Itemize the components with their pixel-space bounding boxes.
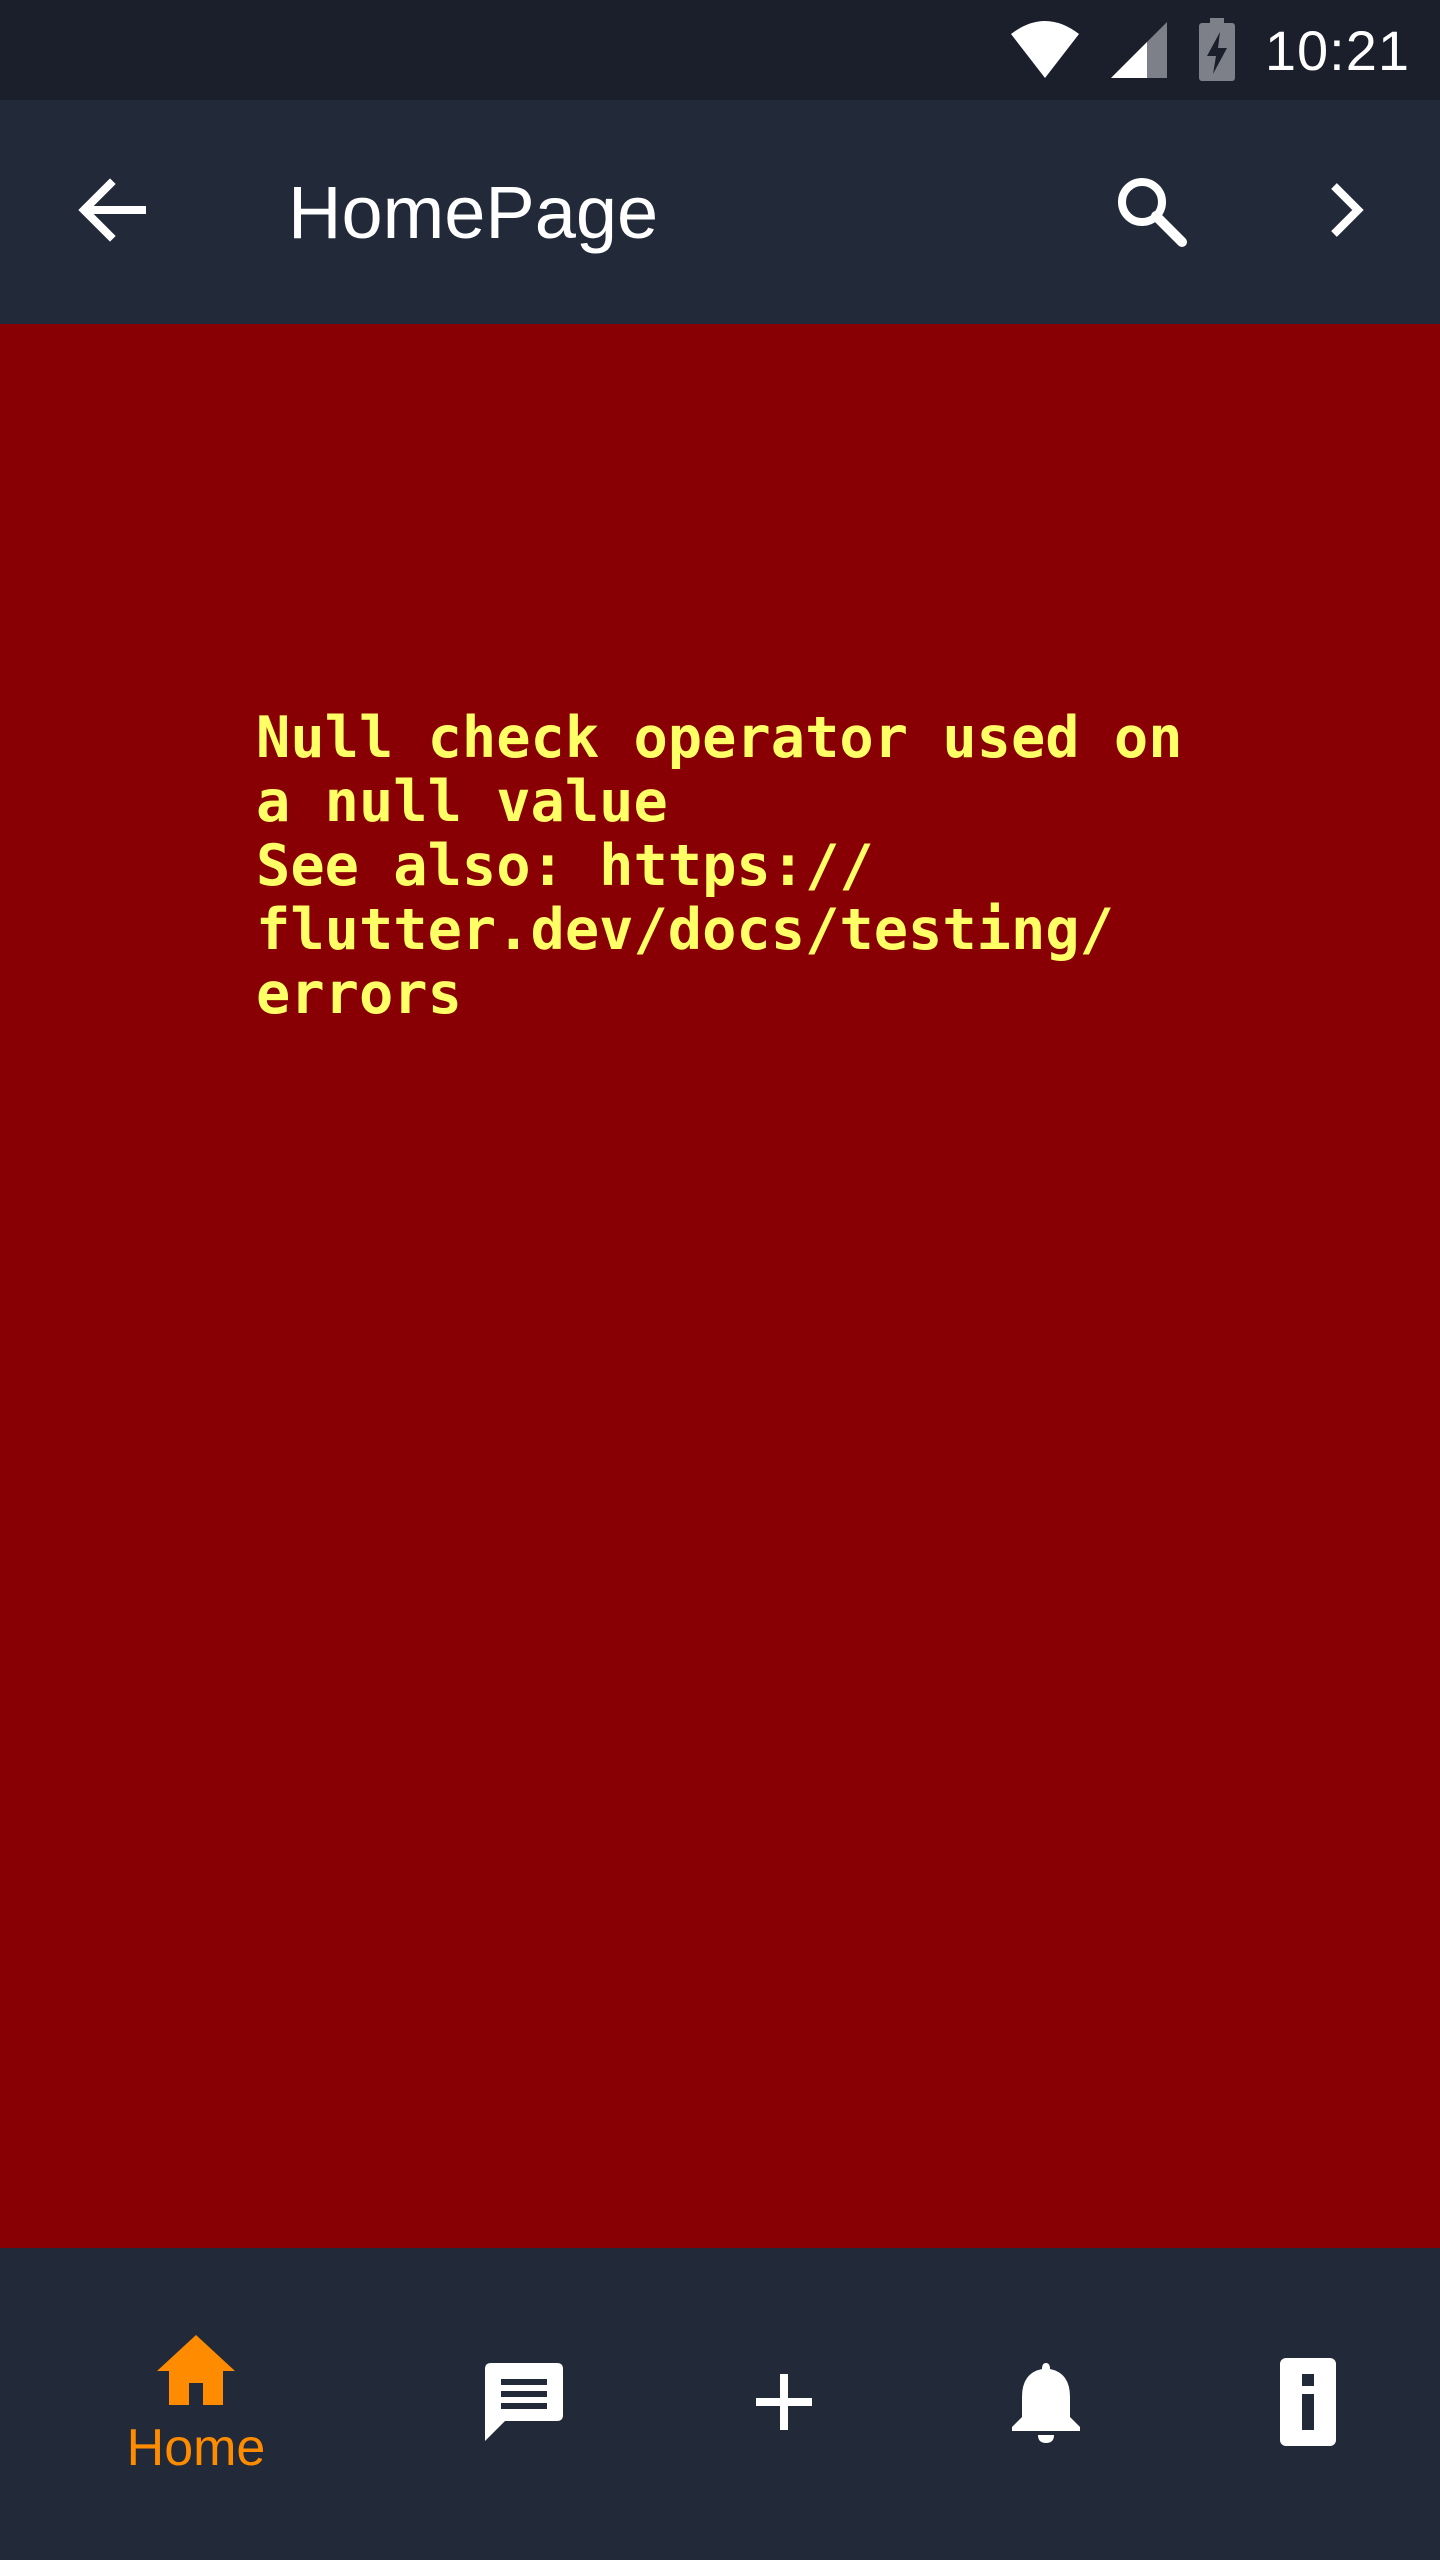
chevron-right-icon <box>1320 180 1368 245</box>
page-title: HomePage <box>288 170 659 254</box>
error-panel: Null check operator used on a null value… <box>0 324 1440 2248</box>
home-icon <box>153 2331 239 2412</box>
nav-item-notifications[interactable] <box>946 2248 1146 2560</box>
nav-item-home[interactable]: Home <box>96 2248 296 2560</box>
nav-item-chat[interactable] <box>424 2248 624 2560</box>
battery-charging-icon <box>1197 18 1237 82</box>
nav-item-info[interactable] <box>1208 2248 1408 2560</box>
status-icons: 10:21 <box>1009 0 1410 100</box>
forward-button[interactable] <box>1294 162 1394 262</box>
app-bar: HomePage <box>0 100 1440 324</box>
app-screen: 10:21 HomePage Null check operator used … <box>0 0 1440 2560</box>
bell-icon <box>1010 2359 1082 2450</box>
nav-label-home: Home <box>126 2418 266 2477</box>
bottom-navigation: Home <box>0 2248 1440 2560</box>
nav-item-add[interactable] <box>684 2248 884 2560</box>
search-button[interactable] <box>1100 162 1200 262</box>
back-arrow-icon <box>76 174 148 251</box>
error-message: Null check operator used on a null value… <box>256 705 1183 1027</box>
chat-icon <box>481 2359 567 2450</box>
cell-signal-icon <box>1109 20 1169 80</box>
wifi-icon <box>1009 20 1081 80</box>
status-bar: 10:21 <box>0 0 1440 100</box>
back-button[interactable] <box>62 162 162 262</box>
search-icon <box>1112 172 1188 253</box>
info-icon <box>1278 2356 1338 2453</box>
plus-icon <box>752 2370 816 2439</box>
status-time: 10:21 <box>1264 18 1410 82</box>
